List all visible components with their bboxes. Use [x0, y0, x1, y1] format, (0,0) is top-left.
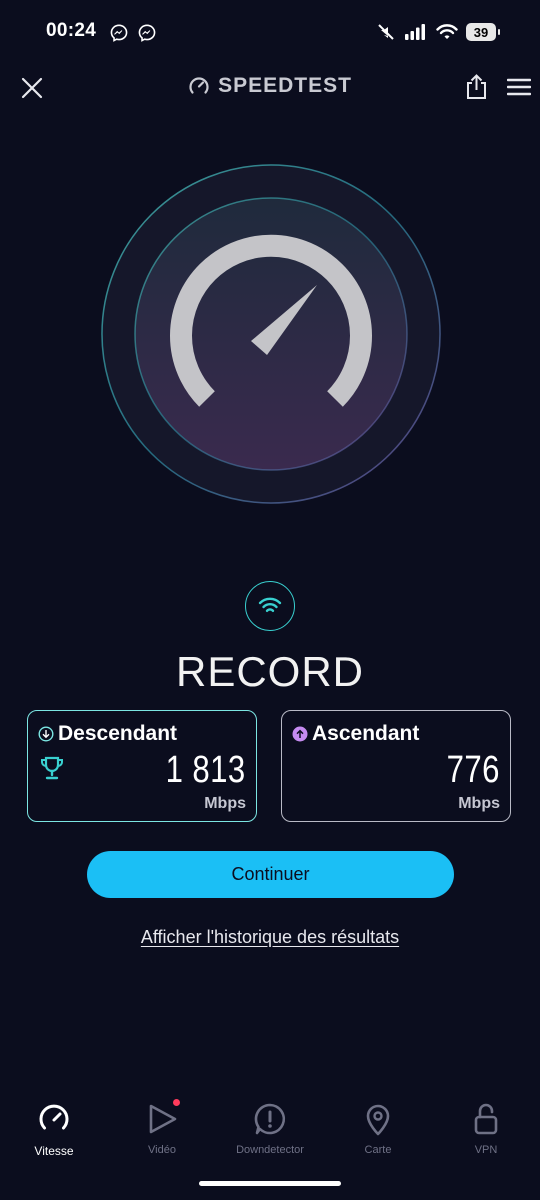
home-indicator[interactable] — [199, 1181, 341, 1186]
download-speed-value: 1 813 — [165, 749, 246, 791]
alert-icon — [254, 1103, 286, 1135]
menu-icon[interactable] — [507, 78, 531, 96]
play-icon-wrapper — [145, 1099, 180, 1136]
battery-indicator: 39 — [466, 23, 500, 41]
map-pin-icon — [366, 1104, 390, 1136]
connection-type-badge — [245, 581, 295, 631]
nav-tab-downdetector[interactable]: Downdetector — [216, 1102, 324, 1156]
continue-button[interactable]: Continuer — [87, 851, 454, 898]
status-time: 00:24 — [46, 20, 97, 41]
results-history-link[interactable]: Afficher l'historique des résultats — [0, 927, 540, 948]
upload-speed-value: 776 — [446, 749, 500, 791]
messenger-icon — [138, 24, 156, 42]
messenger-icon — [110, 24, 128, 42]
nav-label: Vidéo — [148, 1144, 176, 1156]
nav-label: VPN — [474, 1144, 498, 1156]
cellular-signal-icon — [405, 24, 425, 40]
app-title: SPEEDTEST — [0, 74, 540, 98]
play-icon — [149, 1104, 177, 1134]
nav-label: Vitesse — [34, 1144, 74, 1158]
upload-speed-unit: Mbps — [458, 795, 500, 812]
upload-label: Ascendant — [312, 722, 420, 745]
mute-icon — [378, 24, 394, 40]
nav-tab-video[interactable]: Vidéo — [108, 1099, 216, 1156]
trophy-icon — [41, 756, 63, 780]
speedtest-logo-icon — [189, 77, 209, 94]
download-result-card: Descendant 1 813 Mbps — [27, 710, 257, 822]
nav-label: Carte — [364, 1144, 392, 1156]
notification-dot — [173, 1099, 180, 1106]
status-indicators: 39 — [376, 22, 500, 42]
upload-result-card: Ascendant 776 Mbps — [281, 710, 511, 822]
speedometer-gauge — [101, 164, 441, 504]
wifi-icon — [258, 597, 282, 612]
nav-tab-carte[interactable]: Carte — [324, 1102, 432, 1156]
app-title-text: SPEEDTEST — [218, 74, 352, 97]
download-speed-unit: Mbps — [204, 795, 246, 812]
upload-arrow-icon — [292, 726, 308, 742]
wifi-status-icon — [436, 24, 458, 39]
result-headline: RECORD — [175, 648, 364, 695]
nav-tab-vpn[interactable]: VPN — [432, 1102, 540, 1156]
share-icon[interactable] — [465, 74, 488, 100]
download-arrow-icon — [38, 726, 54, 742]
nav-label: Downdetector — [236, 1144, 304, 1156]
download-label: Descendant — [58, 722, 178, 745]
nav-tab-vitesse[interactable]: Vitesse — [0, 1102, 108, 1158]
speedometer-icon — [39, 1104, 69, 1130]
unlock-icon — [474, 1103, 498, 1135]
